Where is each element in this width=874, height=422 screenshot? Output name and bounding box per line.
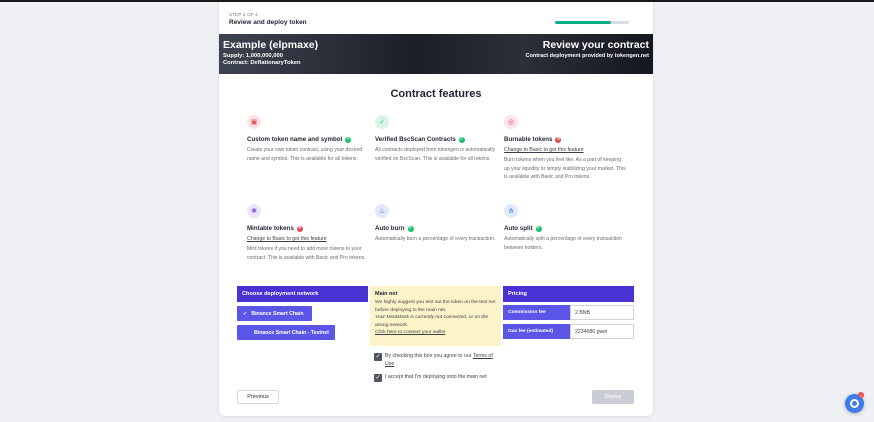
token-contract: Contract: DeflationaryToken [223, 60, 301, 66]
features-title: Contract features [390, 88, 482, 100]
chat-notification-badge: 1 [858, 392, 864, 398]
check-icon: ✓ [345, 136, 352, 143]
pricing-row-commission: Commission fee 2 BNB [503, 305, 634, 320]
metamask-warning: Your MetaMask is currently not connected… [375, 315, 489, 328]
pricing-value: 2 BNB [570, 305, 634, 320]
feature-custom-name: ▣ Custom token name and symbol ✓ Create y… [247, 115, 369, 163]
network-option-testnet[interactable]: Binance Smart Chain - Testnet [237, 325, 335, 340]
check-icon: ✓ [458, 136, 465, 143]
mainnet-text: We highly suggest you test out the token… [375, 300, 496, 337]
mint-icon: ✱ [247, 204, 261, 218]
token-banner: Example (elpmaxe) Supply: 1,000,000,000 … [219, 34, 653, 74]
error-icon: ✕ [296, 225, 303, 232]
feature-title: Mintable tokens ✕ [247, 225, 303, 232]
step-label: STEP 3 OF 4 [229, 12, 258, 17]
check-icon: ✓ [407, 225, 414, 232]
terms-agreement: ✓ By checking this box you agree to our … [374, 353, 499, 368]
error-icon: ✕ [555, 136, 562, 143]
token-supply: Supply: 1,000,000,000 [223, 52, 283, 59]
mainnet-acknowledgement: ✓ I accept that I'm deploying onto the m… [374, 374, 509, 382]
upgrade-link[interactable]: Change to Basic to get this feature [247, 236, 369, 242]
feature-title: Auto burn ✓ [375, 225, 414, 232]
terms-text: By checking this box you agree to our Te… [385, 353, 493, 367]
network-panel-heading: Choose deployment network [237, 286, 368, 302]
feature-title: Verified BscScan Contracts ✓ [375, 136, 465, 143]
review-heading: Review your contract Contract deployment… [526, 39, 649, 59]
feature-burnable: ◎ Burnable tokens ✕ Change to Basic to ge… [504, 115, 626, 182]
feature-title: Burnable tokens ✕ [504, 136, 562, 143]
mainnet-checkbox[interactable]: ✓ [374, 374, 382, 382]
step-title: Review and deploy token [229, 19, 307, 26]
feature-description: Automatically split a percentage of ever… [504, 236, 622, 251]
network-option-mainnet[interactable]: ✓ Binance Smart Chain [237, 306, 312, 321]
feature-description: Burn tokens when you feel like. As a par… [504, 157, 626, 181]
previous-button[interactable]: Previous [237, 390, 279, 404]
deploy-button[interactable]: Deploy [592, 390, 634, 404]
pricing-value: 2234686 gwei [570, 324, 634, 339]
token-summary: Example (elpmaxe) Supply: 1,000,000,000 … [223, 39, 318, 66]
network-option-label: Binance Smart Chain [251, 310, 304, 317]
pricing-label: Gas fee (estimated) [503, 324, 570, 339]
feature-auto-split: ⋔ Auto split ✓ Automatically split a perc… [504, 204, 626, 252]
verified-icon: ✓ [375, 115, 389, 129]
mainnet-title: Main net [375, 291, 398, 297]
step-progress-fill [555, 21, 611, 24]
feature-description: Automatically burn a percentage of every… [375, 236, 496, 242]
chat-icon [850, 399, 859, 408]
network-option-label: Binance Smart Chain - Testnet [254, 329, 329, 336]
selected-check-icon: ✓ [243, 310, 248, 317]
token-name: Example (elpmaxe) [223, 39, 319, 51]
feature-mintable: ✱ Mintable tokens ✕ Change to Basic to ge… [247, 204, 369, 262]
feature-description: Mint tokens if you need to add more toke… [247, 246, 366, 261]
pricing-row-gas: Gas fee (estimated) 2234686 gwei [503, 324, 634, 339]
connect-wallet-link[interactable]: Click here to connect your wallet [375, 329, 496, 337]
upgrade-link[interactable]: Change to Basic to get this feature [504, 147, 626, 153]
review-title: Review your contract [542, 39, 649, 51]
step-header: STEP 3 OF 4 Review and deploy token [229, 12, 307, 26]
burn-icon: ◎ [504, 115, 518, 129]
mainnet-ack-text: I accept that I'm deploying onto the mai… [385, 374, 487, 380]
feature-title: Custom token name and symbol ✓ [247, 136, 352, 143]
deploy-card: STEP 3 OF 4 Review and deploy token Exam… [219, 2, 653, 416]
review-subtitle: Contract deployment provided by tokengen… [525, 53, 649, 59]
terms-checkbox[interactable]: ✓ [374, 353, 382, 361]
feature-description: All contracts deployed from tokengen is … [375, 147, 496, 162]
feature-description: Create your own token contract, using yo… [247, 147, 363, 162]
file-icon: ▣ [247, 115, 261, 129]
feature-auto-burn: ♨ Auto burn ✓ Automatically burn a percen… [375, 204, 497, 244]
pricing-heading: Pricing [503, 286, 634, 302]
pricing-label: Commission fee [503, 305, 570, 320]
feature-title: Auto split ✓ [504, 225, 542, 232]
flame-icon: ♨ [375, 204, 389, 218]
mainnet-notice: Main net We highly suggest you test out … [370, 286, 501, 346]
feature-verified-contracts: ✓ Verified BscScan Contracts ✓ All contra… [375, 115, 497, 163]
check-icon: ✓ [535, 225, 542, 232]
split-icon: ⋔ [504, 204, 518, 218]
step-progress-bar [555, 21, 629, 24]
